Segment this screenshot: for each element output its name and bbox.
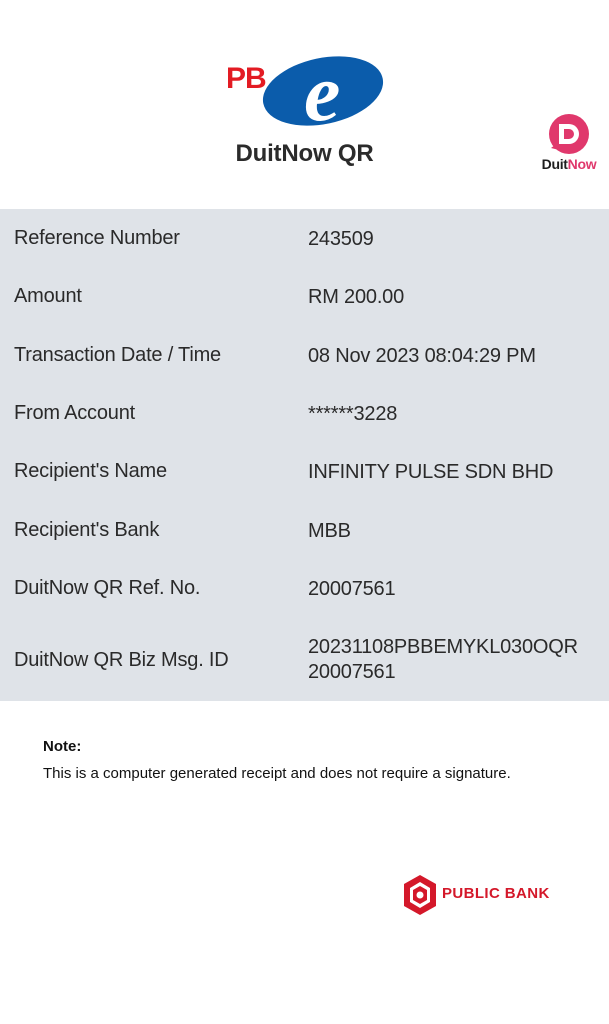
- detail-value: ******3228: [308, 403, 398, 425]
- public-bank-emblem-icon: [404, 875, 436, 915]
- detail-label: Recipient's Name: [14, 460, 167, 482]
- note-title: Note:: [43, 738, 82, 755]
- detail-value: INFINITY PULSE SDN BHD: [308, 461, 554, 483]
- public-bank-logo: PUBLIC BANK: [402, 874, 572, 916]
- public-bank-label: PUBLIC BANK: [442, 885, 550, 902]
- detail-label: DuitNow QR Biz Msg. ID: [14, 649, 229, 671]
- pbe-logo: e PB: [222, 47, 387, 138]
- detail-value: RM 200.00: [308, 286, 405, 308]
- detail-label: Recipient's Bank: [14, 519, 160, 541]
- detail-label: From Account: [14, 402, 135, 424]
- duitnow-label: DuitNow: [541, 156, 597, 172]
- pbe-logo-e: e: [304, 50, 340, 132]
- detail-value: 08 Nov 2023 08:04:29 PM: [308, 345, 536, 367]
- duitnow-badge: DuitNow: [533, 112, 605, 174]
- note-text: This is a computer generated receipt and…: [43, 765, 511, 782]
- detail-label: DuitNow QR Ref. No.: [14, 577, 201, 599]
- transaction-details: Reference Number 243509 Amount RM 200.00…: [0, 209, 609, 701]
- detail-value: 20231108PBBEMYKL030OQR 20007561: [308, 636, 578, 683]
- receipt-header: e PB DuitNow QR DuitNow: [0, 0, 609, 208]
- detail-label: Reference Number: [14, 227, 180, 249]
- detail-label: Transaction Date / Time: [14, 344, 221, 366]
- detail-label: Amount: [14, 285, 82, 307]
- page-title: DuitNow QR: [235, 140, 374, 167]
- receipt-note: Note: This is a computer generated recei…: [43, 738, 563, 783]
- pbe-logo-pb: PB: [226, 62, 266, 95]
- duitnow-icon: [549, 114, 589, 154]
- detail-value: 20007561: [308, 578, 396, 600]
- detail-value: MBB: [308, 520, 351, 542]
- detail-value: 243509: [308, 228, 374, 250]
